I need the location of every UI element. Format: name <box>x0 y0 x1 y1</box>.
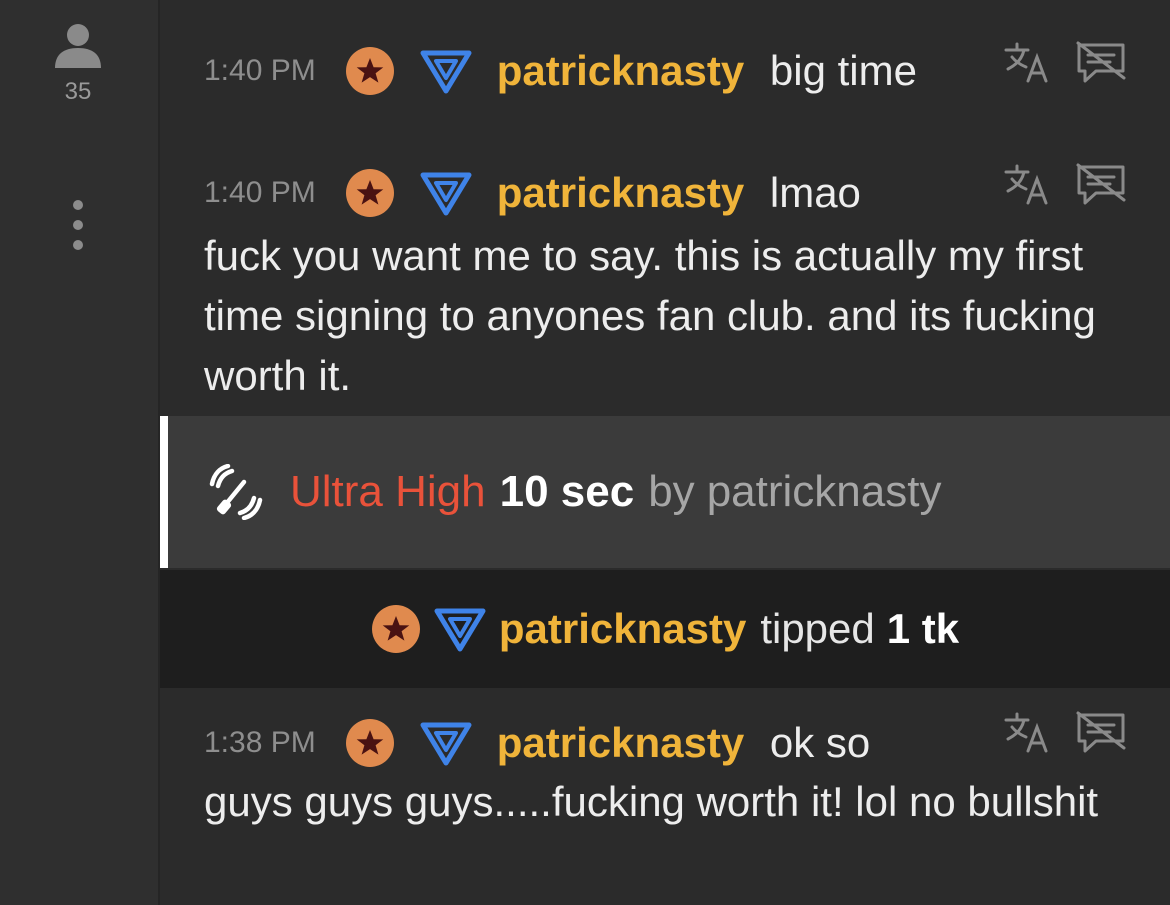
message-text: ok so <box>769 718 871 766</box>
hide-message-icon[interactable] <box>1076 40 1126 84</box>
message-continuation: fuck you want me to say. this is actuall… <box>204 232 1096 399</box>
user-icon <box>55 24 101 68</box>
message-time: 1:38 PM <box>204 725 316 759</box>
star-badge-icon <box>346 46 395 95</box>
chat-message: 1:40 PM patricknasty lmao fuck you want … <box>160 128 1170 416</box>
tip-event: patricknasty tipped 1 tk <box>160 570 1170 688</box>
message-time: 1:40 PM <box>204 175 316 209</box>
tip-action: tipped <box>760 605 875 652</box>
vibration-icon <box>209 464 263 520</box>
triangle-badge-icon <box>434 608 486 652</box>
chat-message: 1:38 PM patricknasty ok so guys guys guy… <box>160 690 1170 905</box>
translate-icon[interactable] <box>1004 163 1050 205</box>
triangle-badge-icon <box>420 50 472 94</box>
toy-username[interactable]: patricknasty <box>707 467 942 517</box>
star-badge-icon <box>346 718 395 767</box>
tip-amount: 1 tk <box>886 605 960 652</box>
translate-icon[interactable] <box>1004 711 1050 753</box>
more-options-icon[interactable] <box>68 200 88 250</box>
hide-message-icon[interactable] <box>1076 710 1126 754</box>
message-time: 1:40 PM <box>204 53 316 87</box>
username[interactable]: patricknasty <box>497 169 744 216</box>
user-count: 35 <box>64 78 92 105</box>
chat-message: 1:40 PM patricknasty big time <box>160 0 1170 128</box>
message-text: big time <box>769 46 917 94</box>
username[interactable]: patricknasty <box>497 719 744 766</box>
username[interactable]: patricknasty <box>497 47 744 94</box>
sidebar: 35 <box>0 0 160 905</box>
message-continuation: guys guys guys.....fucking worth it! lol… <box>204 778 1099 825</box>
toy-by-label: by <box>648 467 695 516</box>
triangle-badge-icon <box>420 722 472 766</box>
toy-level: Ultra High <box>290 467 486 516</box>
toy-activation-event: Ultra High 10 sec by patricknasty <box>160 416 1170 568</box>
triangle-badge-icon <box>420 172 472 216</box>
star-badge-icon <box>346 168 395 217</box>
message-text: lmao <box>769 168 861 216</box>
hide-message-icon[interactable] <box>1076 162 1126 206</box>
user-count-button[interactable]: 35 <box>48 22 108 106</box>
translate-icon[interactable] <box>1004 41 1050 83</box>
tip-username[interactable]: patricknasty <box>499 605 746 653</box>
star-badge-icon <box>371 605 420 653</box>
chat-feed: 1:40 PM patricknasty big time 1:40 PM pa… <box>160 0 1170 905</box>
toy-duration: 10 sec <box>499 467 635 516</box>
